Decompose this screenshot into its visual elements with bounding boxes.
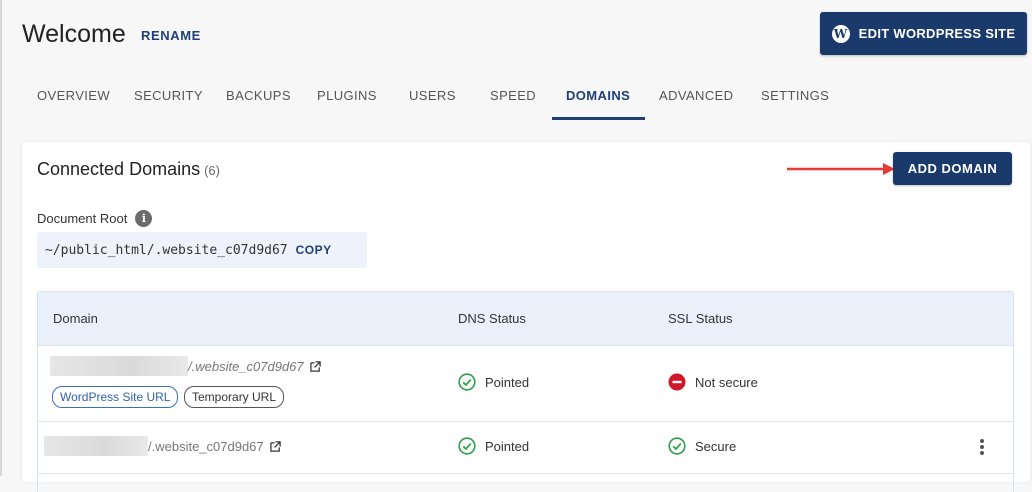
tab-security[interactable]: SECURITY [134,88,203,103]
table-row: /.website_c07d9d67 Pointed Secure [38,422,1013,474]
domains-table: Domain DNS Status SSL Status /.website_c… [37,291,1014,492]
table-row: /.website_c07d9d67 WordPress Site URL Te… [38,346,1013,422]
tab-backups[interactable]: BACKUPS [226,88,291,103]
not-secure-icon [668,373,686,391]
dns-status: Pointed [458,437,529,455]
left-edge-divider [0,0,2,476]
dns-status-text: Pointed [485,438,530,454]
pointer-arrow-icon [787,163,895,175]
domain-link[interactable]: /.website_c07d9d67 [148,439,281,454]
page-title: Welcome [22,20,126,48]
ssl-status: Not secure [668,373,758,391]
column-header-ssl-status: SSL Status [668,311,733,326]
table-header: Domain DNS Status SSL Status [38,292,1013,346]
connected-domains-card: Connected Domains (6) ADD DOMAIN Document… [22,142,1030,492]
column-header-dns-status: DNS Status [458,311,526,326]
tab-settings[interactable]: SETTINGS [761,88,829,103]
tab-speed[interactable]: SPEED [490,88,536,103]
domain-link[interactable]: /.website_c07d9d67 [188,359,321,374]
check-circle-icon [668,437,686,455]
domain-suffix-text: /.website_c07d9d67 [188,359,304,374]
wordpress-icon: W [831,24,850,43]
domain-count: (6) [204,163,220,178]
dns-status-text: Pointed [485,374,530,390]
domain-suffix-text: /.website_c07d9d67 [148,439,264,454]
document-root-path: ~/public_html/.website_c07d9d67 [45,242,288,258]
card-title: Connected Domains (6) [37,159,220,180]
info-icon[interactable]: i [135,210,153,227]
document-root-label: Document Root i [37,210,153,227]
document-root-label-text: Document Root [37,211,128,226]
rename-button[interactable]: RENAME [141,28,201,43]
tab-domains[interactable]: DOMAINS [566,88,630,103]
add-domain-button[interactable]: ADD DOMAIN [893,152,1012,185]
tab-plugins[interactable]: PLUGINS [317,88,377,103]
document-root-box: ~/public_html/.website_c07d9d67 COPY [37,232,367,268]
row-actions-kebab-icon[interactable] [979,439,985,457]
tab-bar: OVERVIEW SECURITY BACKUPS PLUGINS USERS … [0,74,1032,120]
ssl-status-text: Secure [695,438,737,454]
column-header-domain: Domain [53,311,98,326]
edit-wordpress-site-label: EDIT WORDPRESS SITE [858,26,1016,41]
external-link-icon[interactable] [309,361,321,372]
check-circle-icon [458,373,476,391]
edit-wordpress-site-button[interactable]: W EDIT WORDPRESS SITE [820,12,1027,55]
wordpress-site-url-tag: WordPress Site URL [52,386,179,408]
copy-button[interactable]: COPY [296,243,332,257]
dns-status: Pointed [458,373,529,391]
external-link-icon[interactable] [269,441,281,452]
tab-advanced[interactable]: ADVANCED [659,88,733,103]
temporary-url-tag: Temporary URL [184,386,285,408]
redacted-domain [50,356,188,376]
active-tab-indicator [552,117,645,120]
check-circle-icon [458,437,476,455]
ssl-status: Secure [668,437,736,455]
ssl-status-text: Not secure [695,374,758,390]
card-title-text: Connected Domains [37,159,201,179]
tab-users[interactable]: USERS [409,88,456,103]
redacted-domain [44,436,148,456]
tab-overview[interactable]: OVERVIEW [37,88,110,103]
